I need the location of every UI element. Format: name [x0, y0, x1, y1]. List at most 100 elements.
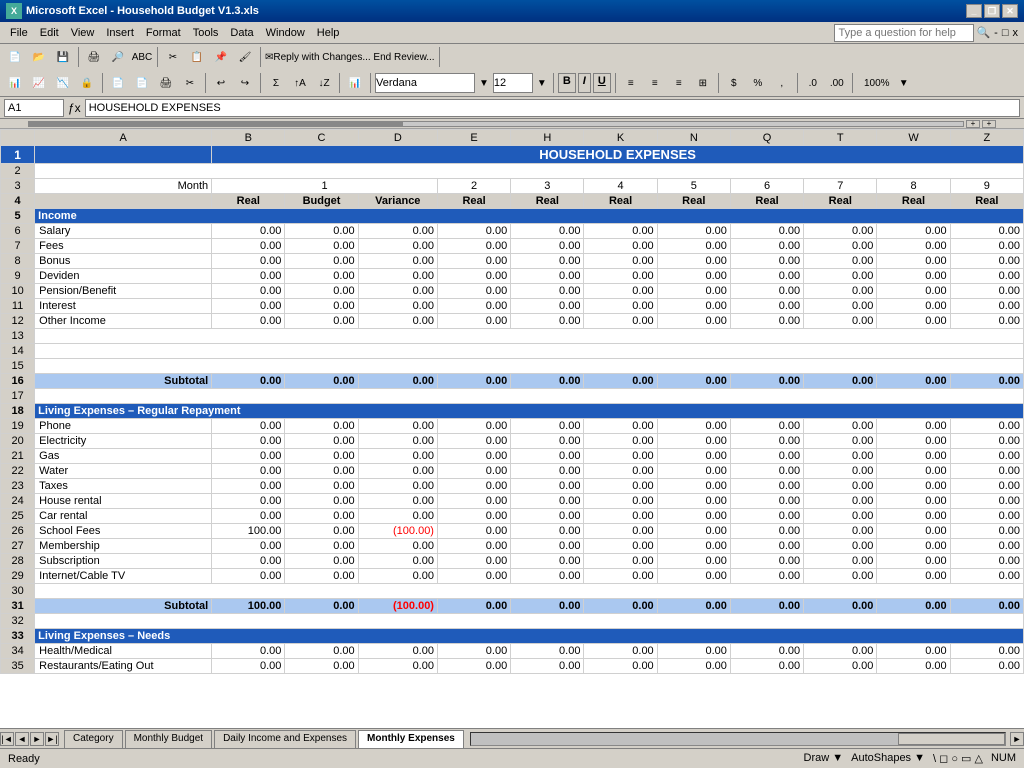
schoolfees-h[interactable]: 0.00 [511, 524, 584, 539]
first-sheet-btn[interactable]: |◄ [0, 732, 14, 746]
salary-k[interactable]: 0.00 [584, 224, 657, 239]
salary-d[interactable]: 0.00 [358, 224, 437, 239]
col-N[interactable]: N [657, 130, 730, 146]
bonus-e[interactable]: 0.00 [437, 254, 510, 269]
carrental-t[interactable]: 0.00 [804, 509, 877, 524]
chart-icon[interactable]: 📊 [344, 72, 366, 94]
schoolfees-z[interactable]: 0.00 [950, 524, 1023, 539]
deviden-k[interactable]: 0.00 [584, 269, 657, 284]
schoolfees-c[interactable]: 0.00 [285, 524, 358, 539]
internet-n[interactable]: 0.00 [657, 569, 730, 584]
schoolfees-d[interactable]: (100.00) [358, 524, 437, 539]
format-painter-icon[interactable]: 🖌 [234, 46, 256, 68]
schoolfees-b[interactable]: 100.00 [212, 524, 285, 539]
bonus-k[interactable]: 0.00 [584, 254, 657, 269]
formula-input[interactable] [85, 99, 1020, 117]
fees-c[interactable]: 0.00 [285, 239, 358, 254]
taxes-d[interactable]: 0.00 [358, 479, 437, 494]
deviden-c[interactable]: 0.00 [285, 269, 358, 284]
houserental-q[interactable]: 0.00 [730, 494, 803, 509]
elec-c[interactable]: 0.00 [285, 434, 358, 449]
elec-d[interactable]: 0.00 [358, 434, 437, 449]
elec-z[interactable]: 0.00 [950, 434, 1023, 449]
gas-h[interactable]: 0.00 [511, 449, 584, 464]
interest-w[interactable]: 0.00 [877, 299, 950, 314]
subscription-d[interactable]: 0.00 [358, 554, 437, 569]
taxes-q[interactable]: 0.00 [730, 479, 803, 494]
membership-q[interactable]: 0.00 [730, 539, 803, 554]
font-dropdown-icon[interactable]: ▼ [477, 78, 491, 89]
last-sheet-btn[interactable]: ►| [45, 732, 59, 746]
increase-decimal-icon[interactable]: .00 [826, 72, 848, 94]
membership-n[interactable]: 0.00 [657, 539, 730, 554]
font-size-selector[interactable] [493, 73, 533, 93]
internet-h[interactable]: 0.00 [511, 569, 584, 584]
subscription-h[interactable]: 0.00 [511, 554, 584, 569]
subtotal2-h[interactable]: 0.00 [511, 599, 584, 614]
interest-e[interactable]: 0.00 [437, 299, 510, 314]
align-center-icon[interactable]: ≡ [644, 72, 666, 94]
taxes-w[interactable]: 0.00 [877, 479, 950, 494]
schoolfees-k[interactable]: 0.00 [584, 524, 657, 539]
membership-z[interactable]: 0.00 [950, 539, 1023, 554]
membership-w[interactable]: 0.00 [877, 539, 950, 554]
phone-q[interactable]: 0.00 [730, 419, 803, 434]
bonus-t[interactable]: 0.00 [804, 254, 877, 269]
other-b[interactable]: 0.00 [212, 314, 285, 329]
subtotal2-q[interactable]: 0.00 [730, 599, 803, 614]
houserental-c[interactable]: 0.00 [285, 494, 358, 509]
health-t[interactable]: 0.00 [804, 644, 877, 659]
fees-w[interactable]: 0.00 [877, 239, 950, 254]
subtotal1-q[interactable]: 0.00 [730, 374, 803, 389]
fees-e[interactable]: 0.00 [437, 239, 510, 254]
subscription-q[interactable]: 0.00 [730, 554, 803, 569]
houserental-t[interactable]: 0.00 [804, 494, 877, 509]
cut-icon[interactable]: ✂ [162, 46, 184, 68]
interest-k[interactable]: 0.00 [584, 299, 657, 314]
gas-d[interactable]: 0.00 [358, 449, 437, 464]
subscription-k[interactable]: 0.00 [584, 554, 657, 569]
subtotal2-t[interactable]: 0.00 [804, 599, 877, 614]
deviden-q[interactable]: 0.00 [730, 269, 803, 284]
restaurants-b[interactable]: 0.00 [212, 659, 285, 674]
schoolfees-q[interactable]: 0.00 [730, 524, 803, 539]
elec-n[interactable]: 0.00 [657, 434, 730, 449]
carrental-e[interactable]: 0.00 [437, 509, 510, 524]
subtotal1-c[interactable]: 0.00 [285, 374, 358, 389]
gas-c[interactable]: 0.00 [285, 449, 358, 464]
tab-category[interactable]: Category [64, 730, 123, 748]
schoolfees-t[interactable]: 0.00 [804, 524, 877, 539]
col-D[interactable]: D [358, 130, 437, 146]
zoom-dropdown-icon[interactable]: ▼ [899, 78, 909, 89]
houserental-h[interactable]: 0.00 [511, 494, 584, 509]
subtotal1-k[interactable]: 0.00 [584, 374, 657, 389]
water-z[interactable]: 0.00 [950, 464, 1023, 479]
subtotal2-b[interactable]: 100.00 [212, 599, 285, 614]
water-e[interactable]: 0.00 [437, 464, 510, 479]
bonus-b[interactable]: 0.00 [212, 254, 285, 269]
carrental-z[interactable]: 0.00 [950, 509, 1023, 524]
water-w[interactable]: 0.00 [877, 464, 950, 479]
phone-d[interactable]: 0.00 [358, 419, 437, 434]
deviden-h[interactable]: 0.00 [511, 269, 584, 284]
internet-e[interactable]: 0.00 [437, 569, 510, 584]
salary-b[interactable]: 0.00 [212, 224, 285, 239]
tab-monthly-expenses[interactable]: Monthly Expenses [358, 730, 464, 748]
pension-h[interactable]: 0.00 [511, 284, 584, 299]
subtotal2-k[interactable]: 0.00 [584, 599, 657, 614]
menu-format[interactable]: Format [140, 25, 187, 41]
toolbar-icon-7[interactable]: 🖨 [155, 72, 177, 94]
schoolfees-e[interactable]: 0.00 [437, 524, 510, 539]
toolbar-icon-6[interactable]: 📄 [131, 72, 153, 94]
pension-q[interactable]: 0.00 [730, 284, 803, 299]
zoom-box[interactable]: 100% [857, 72, 897, 94]
phone-b[interactable]: 0.00 [212, 419, 285, 434]
align-left-icon[interactable]: ≡ [620, 72, 642, 94]
restaurants-w[interactable]: 0.00 [877, 659, 950, 674]
water-t[interactable]: 0.00 [804, 464, 877, 479]
horizontal-scrollbar[interactable] [470, 732, 1006, 746]
health-b[interactable]: 0.00 [212, 644, 285, 659]
subtotal2-e[interactable]: 0.00 [437, 599, 510, 614]
redo-icon[interactable]: ↪ [234, 72, 256, 94]
interest-t[interactable]: 0.00 [804, 299, 877, 314]
